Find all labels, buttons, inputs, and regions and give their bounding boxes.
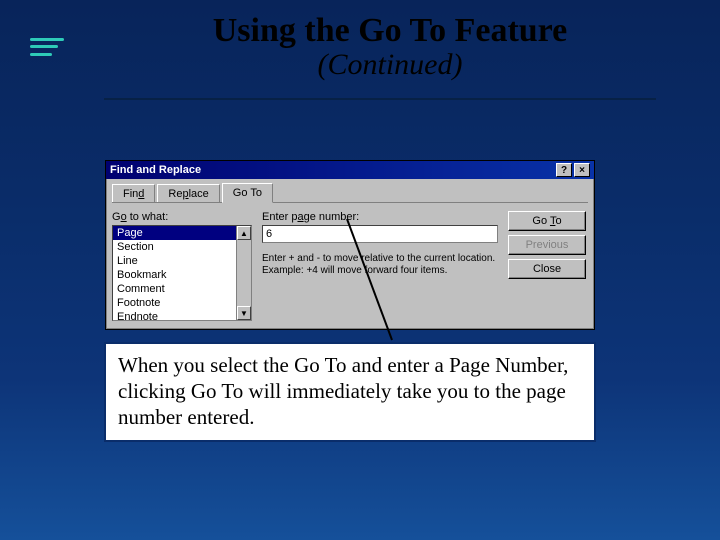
dialog-tabs: Find Replace Go To xyxy=(112,183,588,203)
decorative-bullet xyxy=(30,36,64,58)
title-underline xyxy=(104,98,656,100)
dialog-titlebar[interactable]: Find and Replace ? × xyxy=(106,161,594,179)
scroll-up-icon[interactable]: ▲ xyxy=(237,226,251,240)
list-item[interactable]: Comment xyxy=(113,282,251,296)
enter-page-label: Enter page number: xyxy=(262,211,498,223)
previous-button[interactable]: Previous xyxy=(508,235,586,255)
close-button[interactable]: × xyxy=(574,163,590,177)
goto-hint-text: Enter + and - to move relative to the cu… xyxy=(262,253,498,277)
slide-title: Using the Go To Feature xyxy=(110,12,670,50)
find-replace-dialog: Find and Replace ? × Find Replace Go To … xyxy=(105,160,595,330)
slide-subtitle: (Continued) xyxy=(110,48,670,82)
tab-find[interactable]: Find xyxy=(112,184,155,202)
close-dialog-button[interactable]: Close xyxy=(508,259,586,279)
goto-button[interactable]: Go To xyxy=(508,211,586,231)
dialog-title: Find and Replace xyxy=(110,164,554,176)
slide-title-block: Using the Go To Feature (Continued) xyxy=(110,12,670,82)
list-scrollbar[interactable]: ▲ ▼ xyxy=(236,226,251,320)
list-item[interactable]: Endnote xyxy=(113,310,251,321)
tab-replace[interactable]: Replace xyxy=(157,184,219,202)
page-number-input[interactable] xyxy=(262,225,498,243)
tab-goto[interactable]: Go To xyxy=(222,183,273,203)
list-item[interactable]: Line xyxy=(113,254,251,268)
list-item[interactable]: Bookmark xyxy=(113,268,251,282)
caption-text: When you select the Go To and enter a Pa… xyxy=(118,353,568,429)
scroll-down-icon[interactable]: ▼ xyxy=(237,306,251,320)
help-button[interactable]: ? xyxy=(556,163,572,177)
list-item[interactable]: Section xyxy=(113,240,251,254)
goto-what-list[interactable]: Page Section Line Bookmark Comment Footn… xyxy=(112,225,252,321)
caption-box: When you select the Go To and enter a Pa… xyxy=(104,342,596,442)
goto-what-label: Go to what: xyxy=(112,211,252,223)
list-item[interactable]: Page xyxy=(113,226,251,240)
list-item[interactable]: Footnote xyxy=(113,296,251,310)
